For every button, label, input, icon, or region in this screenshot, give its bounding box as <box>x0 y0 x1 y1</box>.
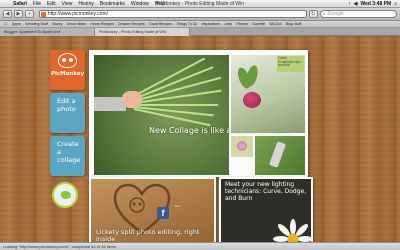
site-favicon-icon <box>40 12 46 17</box>
bookmark-item[interactable]: Apple <box>10 22 24 26</box>
logo-text: PicMonkey <box>51 71 85 77</box>
bookmark-item[interactable]: Wedding Stuff <box>23 22 50 26</box>
picmonkey-logo[interactable]: PicMonkey <box>50 50 85 90</box>
create-collage-label: Create a collage <box>57 140 81 165</box>
menu-help[interactable]: Help <box>152 1 168 7</box>
bookmark-item[interactable]: Decor ideas <box>65 22 89 26</box>
bookmark-item[interactable]: Good Recipes <box>147 22 174 26</box>
promo-left-caption: Lickety split photo editing, right insid… <box>96 227 200 242</box>
search-field[interactable]: ⌕ Google <box>319 10 397 18</box>
asparagus-photo <box>94 55 229 175</box>
daisy-flower-icon <box>273 219 311 242</box>
tab-picmonkey[interactable]: PicMonkey - Photo Editing Made of Win <box>95 28 190 36</box>
browser-toolbar: ◀ ▶ + http://www.picmonkey.com/ ↻ ⌕ Goog… <box>0 8 400 21</box>
reload-icon[interactable]: ↻ <box>308 10 318 18</box>
menubar-status-area: ◔ ◀ Wed 3:48 PM ⌕ <box>348 1 400 7</box>
menu-app[interactable]: Safari <box>10 1 30 7</box>
bookmark-item[interactable]: Fitness <box>234 22 250 26</box>
wifi-icon[interactable]: ◔ <box>348 1 351 7</box>
bookmark-item[interactable]: Nacey <box>50 22 65 26</box>
facebook-icon: f <box>157 207 169 219</box>
menu-bar: Safari File Edit View History Bookmarks … <box>0 0 400 8</box>
spotlight-icon[interactable]: ⌕ <box>394 1 397 7</box>
menu-window[interactable]: Window <box>128 1 152 7</box>
monkey-face-icon <box>58 53 77 68</box>
menu-file[interactable]: File <box>30 1 44 7</box>
bookmark-item[interactable]: Inspirations <box>199 22 222 26</box>
promo-facebook-card[interactable]: f Dec Lickety split photo editing, right… <box>89 177 216 242</box>
bookmark-item[interactable]: Home Recipes <box>88 22 116 26</box>
menu-history[interactable]: History <box>75 1 97 7</box>
create-collage-button[interactable]: Create a collage <box>50 136 85 176</box>
promo-right-caption: Meet your new lighting technicians: Curv… <box>225 181 307 203</box>
search-icon: ⌕ <box>322 11 326 17</box>
bookmark-item[interactable]: Gazette <box>250 22 267 26</box>
feature-collage-card[interactable]: New Collage is like a circus acrobat Fre… <box>89 50 308 177</box>
bookmark-item[interactable]: Jobs <box>222 22 234 26</box>
back-icon[interactable]: ◀ <box>3 10 12 18</box>
address-bar-url: http://www.picmonkey.com/ <box>47 11 109 17</box>
edit-photo-button[interactable]: Edit a photo <box>50 93 85 133</box>
promo-credit: Dec <box>175 204 181 208</box>
tab-bar: Blogger: Apartment To Apartment PicMonke… <box>0 28 400 36</box>
promo-lighting-card[interactable]: Meet your new lighting technicians: Curv… <box>219 177 313 242</box>
bookmark-item[interactable]: Things To Do <box>174 22 199 26</box>
flower-photo <box>231 136 253 157</box>
radish-photo: Fresh! Scrapbook style template <box>231 55 305 133</box>
badge-sticker-icon[interactable] <box>52 182 78 208</box>
bookmarks-bar: ☐ Apple Wedding Stuff Nacey Decor ideas … <box>0 21 400 28</box>
menu-bookmarks[interactable]: Bookmarks <box>97 1 128 7</box>
address-bar[interactable]: http://www.picmonkey.com/ <box>38 10 307 18</box>
bookmark-item[interactable]: Blog Stuff <box>284 22 304 26</box>
bookmarks-icon[interactable]: ☐ <box>2 22 10 26</box>
volume-icon[interactable]: ◀ <box>354 1 358 7</box>
status-bar: Loading "http://www.picmonkey.com/", com… <box>0 242 400 250</box>
add-bookmark-icon[interactable]: + <box>24 10 34 18</box>
bookmark-item[interactable]: WA Dot <box>267 22 283 26</box>
search-placeholder: Google <box>327 11 344 17</box>
garden-tool-photo <box>255 136 305 175</box>
forward-icon[interactable]: ▶ <box>13 10 23 18</box>
edit-photo-label: Edit a photo <box>57 97 76 114</box>
fresh-note: Fresh! Scrapbook style template <box>277 56 304 72</box>
menu-edit[interactable]: Edit <box>44 1 59 7</box>
web-page: PicMonkey Edit a photo Create a collage … <box>0 36 400 242</box>
bookmark-item[interactable]: Dessert Recipes <box>116 22 147 26</box>
menu-view[interactable]: View <box>59 1 76 7</box>
tab-blogger[interactable]: Blogger: Apartment To Apartment <box>0 28 95 36</box>
menubar-clock[interactable]: Wed 3:48 PM <box>360 1 391 7</box>
